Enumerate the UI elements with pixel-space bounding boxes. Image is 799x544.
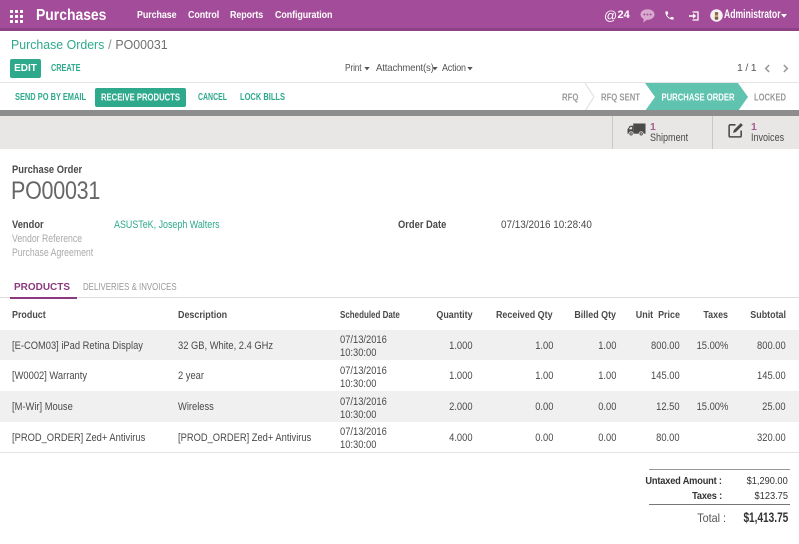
svg-text:CANCEL: CANCEL	[198, 92, 227, 103]
svg-text:LOCK BILLS: LOCK BILLS	[240, 92, 285, 103]
svg-text:SEND PO BY EMAIL: SEND PO BY EMAIL	[15, 92, 86, 103]
svg-text:RFQ SENT: RFQ SENT	[601, 93, 640, 104]
svg-text:RECEIVE PRODUCTS: RECEIVE PRODUCTS	[101, 93, 180, 104]
svg-text:RFQ: RFQ	[562, 93, 579, 104]
svg-text:LOCKED: LOCKED	[754, 93, 786, 104]
svg-text:PURCHASE ORDER: PURCHASE ORDER	[662, 93, 736, 104]
